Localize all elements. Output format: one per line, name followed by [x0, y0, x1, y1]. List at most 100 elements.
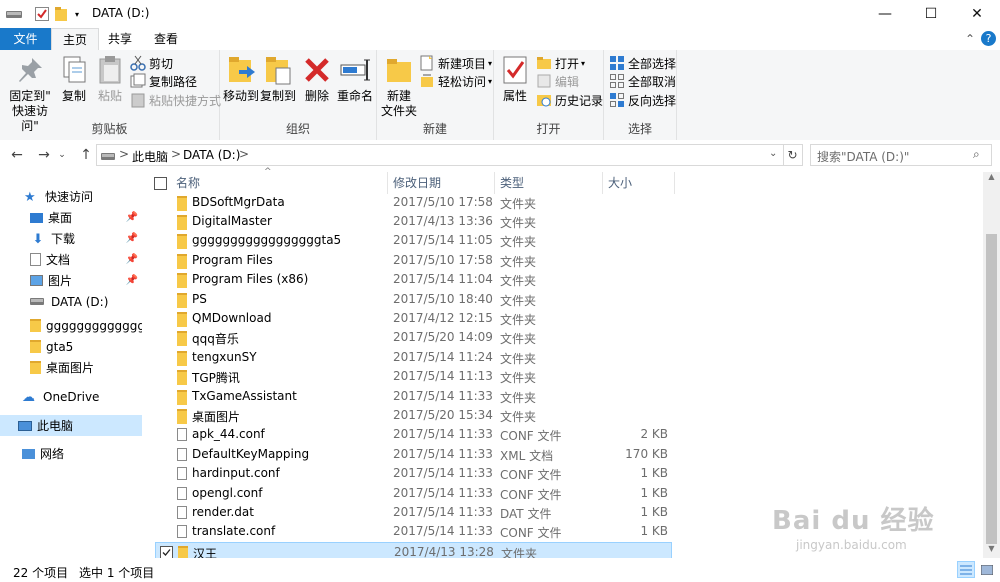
- copy-to-button[interactable]: 复制到: [260, 54, 296, 104]
- select-all-icon: [609, 55, 625, 71]
- refresh-icon[interactable]: ↻: [783, 144, 803, 166]
- file-row[interactable]: QMDownload 2017/4/12 12:15 文件夹: [171, 309, 671, 328]
- nav-item-documents[interactable]: 文档 📌: [0, 249, 142, 270]
- tab-home[interactable]: 主页: [51, 28, 99, 51]
- column-header-size[interactable]: 大小: [603, 172, 675, 194]
- collapse-ribbon-icon[interactable]: ⌃: [962, 30, 978, 48]
- search-icon[interactable]: ⌕: [973, 147, 980, 162]
- file-name: TxGameAssistant: [192, 388, 297, 403]
- select-all-button[interactable]: 全部选择: [609, 54, 676, 72]
- address-bar[interactable]: > 此电脑 > DATA (D:) > ⌄: [96, 144, 784, 166]
- new-item-icon: [419, 55, 435, 71]
- nav-item-pictures[interactable]: 图片 📌: [0, 270, 142, 291]
- file-date: 2017/5/14 11:33: [393, 524, 493, 539]
- easy-access-button[interactable]: 轻松访问 ▾: [419, 72, 492, 90]
- file-date: 2017/5/14 11:33: [393, 466, 493, 481]
- minimize-button[interactable]: —: [862, 0, 908, 28]
- close-button[interactable]: ✕: [954, 0, 1000, 28]
- file-date: 2017/5/20 14:09: [393, 330, 493, 345]
- file-row[interactable]: Program Files (x86) 2017/5/14 11:04 文件夹: [171, 270, 671, 289]
- new-folder-button[interactable]: 新建 文件夹: [381, 54, 417, 119]
- file-row[interactable]: PS 2017/5/10 18:40 文件夹: [171, 290, 671, 309]
- nav-item-downloads[interactable]: ⬇ 下载 📌: [0, 228, 142, 249]
- recent-locations-icon[interactable]: ⌄: [56, 146, 68, 164]
- rename-label: 重命名: [336, 89, 373, 103]
- breadcrumb-this-pc[interactable]: 此电脑: [132, 148, 168, 165]
- delete-button[interactable]: 删除: [302, 54, 332, 104]
- file-row[interactable]: 桌面图片 2017/5/20 15:34 文件夹: [171, 406, 671, 425]
- breadcrumb-data-drive[interactable]: DATA (D:): [183, 148, 240, 162]
- select-none-button[interactable]: 全部取消: [609, 72, 676, 90]
- scroll-up-arrow-icon[interactable]: ▲: [983, 172, 1000, 186]
- large-icons-view-icon[interactable]: [978, 561, 996, 578]
- file-row[interactable]: BDSoftMgrData 2017/5/10 17:58 文件夹: [171, 193, 671, 212]
- up-arrow-icon[interactable]: ↑: [76, 146, 96, 164]
- nav-item-folder[interactable]: gggggggggggggg: [0, 315, 142, 336]
- copy-path-button[interactable]: 复制路径: [130, 72, 197, 90]
- tab-file[interactable]: 文件: [0, 28, 51, 50]
- details-view-icon[interactable]: [957, 561, 975, 578]
- scroll-down-arrow-icon[interactable]: ▼: [983, 544, 1000, 558]
- move-to-button[interactable]: 移动到: [223, 54, 259, 104]
- tab-view[interactable]: 查看: [143, 28, 189, 50]
- file-row[interactable]: render.dat 2017/5/14 11:33 DAT 文件 1 KB: [171, 503, 671, 522]
- select-group: 全部选择 全部取消 反向选择 选择: [604, 50, 677, 140]
- maximize-button[interactable]: ☐: [908, 0, 954, 28]
- file-row[interactable]: TGP腾讯 2017/5/14 11:13 文件夹: [171, 367, 671, 386]
- help-icon[interactable]: ?: [981, 31, 996, 46]
- file-row[interactable]: opengl.conf 2017/5/14 11:33 CONF 文件 1 KB: [171, 484, 671, 503]
- pin-icon: 📌: [125, 233, 138, 244]
- file-row[interactable]: tengxunSY 2017/5/14 11:24 文件夹: [171, 348, 671, 367]
- properties-button[interactable]: 属性: [498, 54, 532, 104]
- file-row[interactable]: DigitalMaster 2017/4/13 13:36 文件夹: [171, 212, 671, 231]
- paste-button[interactable]: 粘贴: [94, 54, 126, 104]
- column-header-name[interactable]: 名称: [171, 172, 388, 194]
- file-icon: [177, 486, 187, 500]
- cut-button[interactable]: 剪切: [130, 54, 173, 72]
- file-row[interactable]: qqq音乐 2017/5/20 14:09 文件夹: [171, 328, 671, 347]
- edit-button[interactable]: 编辑: [536, 72, 579, 90]
- back-arrow-icon[interactable]: ←: [7, 146, 27, 164]
- file-row[interactable]: translate.conf 2017/5/14 11:33 CONF 文件 1 KB: [171, 522, 671, 541]
- nav-item-label: 文档: [46, 253, 71, 267]
- invert-selection-button[interactable]: 反向选择: [609, 91, 676, 109]
- new-item-dropdown-icon: ▾: [488, 58, 493, 68]
- column-header-date[interactable]: 修改日期: [388, 172, 495, 194]
- customize-quick-access-icon[interactable]: ▾: [72, 5, 82, 23]
- select-all-checkbox[interactable]: [154, 177, 167, 190]
- vertical-scrollbar[interactable]: ▲ ▼: [983, 172, 1000, 558]
- scrollbar-thumb[interactable]: [986, 234, 997, 544]
- file-row[interactable]: Program Files 2017/5/10 17:58 文件夹: [171, 251, 671, 270]
- file-row[interactable]: gggggggggggggggggta5 2017/5/14 11:05 文件夹: [171, 231, 671, 250]
- search-placeholder: 搜索"DATA (D:)": [817, 150, 910, 164]
- properties-checkmark-icon[interactable]: [34, 5, 50, 23]
- new-folder-quick-icon[interactable]: [54, 5, 68, 23]
- forward-arrow-icon[interactable]: →: [34, 146, 54, 164]
- rename-button[interactable]: 重命名: [336, 54, 374, 104]
- nav-item-data-drive[interactable]: DATA (D:): [0, 291, 142, 312]
- new-item-button[interactable]: 新建项目 ▾: [419, 54, 492, 72]
- nav-this-pc[interactable]: 此电脑: [0, 415, 142, 436]
- nav-quick-access[interactable]: ★ 快速访问: [0, 186, 142, 207]
- file-row[interactable]: hardinput.conf 2017/5/14 11:33 CONF 文件 1 KB: [171, 464, 671, 483]
- file-row[interactable]: apk_44.conf 2017/5/14 11:33 CONF 文件 2 KB: [171, 425, 671, 444]
- tab-share[interactable]: 共享: [97, 28, 143, 50]
- copy-button[interactable]: 复制: [58, 54, 90, 104]
- row-checkbox[interactable]: [160, 545, 173, 559]
- file-row[interactable]: DefaultKeyMapping 2017/5/14 11:33 XML 文档 17…: [171, 445, 671, 464]
- item-count: 22 个项目: [13, 566, 69, 580]
- file-type: 文件夹: [500, 371, 537, 386]
- nav-item-gta5[interactable]: gta5: [0, 336, 142, 357]
- paste-shortcut-button[interactable]: 粘贴快捷方式: [130, 91, 221, 109]
- column-header-type[interactable]: 类型: [495, 172, 603, 194]
- nav-network[interactable]: 网络: [0, 443, 142, 464]
- navigation-pane: ★ 快速访问 桌面 📌 ⬇ 下载 📌 文档 📌 图片 📌 DATA (D:) g…: [0, 172, 142, 558]
- nav-onedrive[interactable]: ☁ OneDrive: [0, 386, 142, 407]
- nav-item-desktop-pictures[interactable]: 桌面图片: [0, 357, 142, 378]
- nav-item-desktop[interactable]: 桌面 📌: [0, 207, 142, 228]
- open-button[interactable]: 打开 ▾: [536, 54, 585, 72]
- history-button[interactable]: 历史记录: [536, 91, 603, 109]
- file-row[interactable]: TxGameAssistant 2017/5/14 11:33 文件夹: [171, 387, 671, 406]
- search-input[interactable]: 搜索"DATA (D:)" ⌕: [810, 144, 992, 166]
- address-dropdown-icon[interactable]: ⌄: [769, 148, 777, 159]
